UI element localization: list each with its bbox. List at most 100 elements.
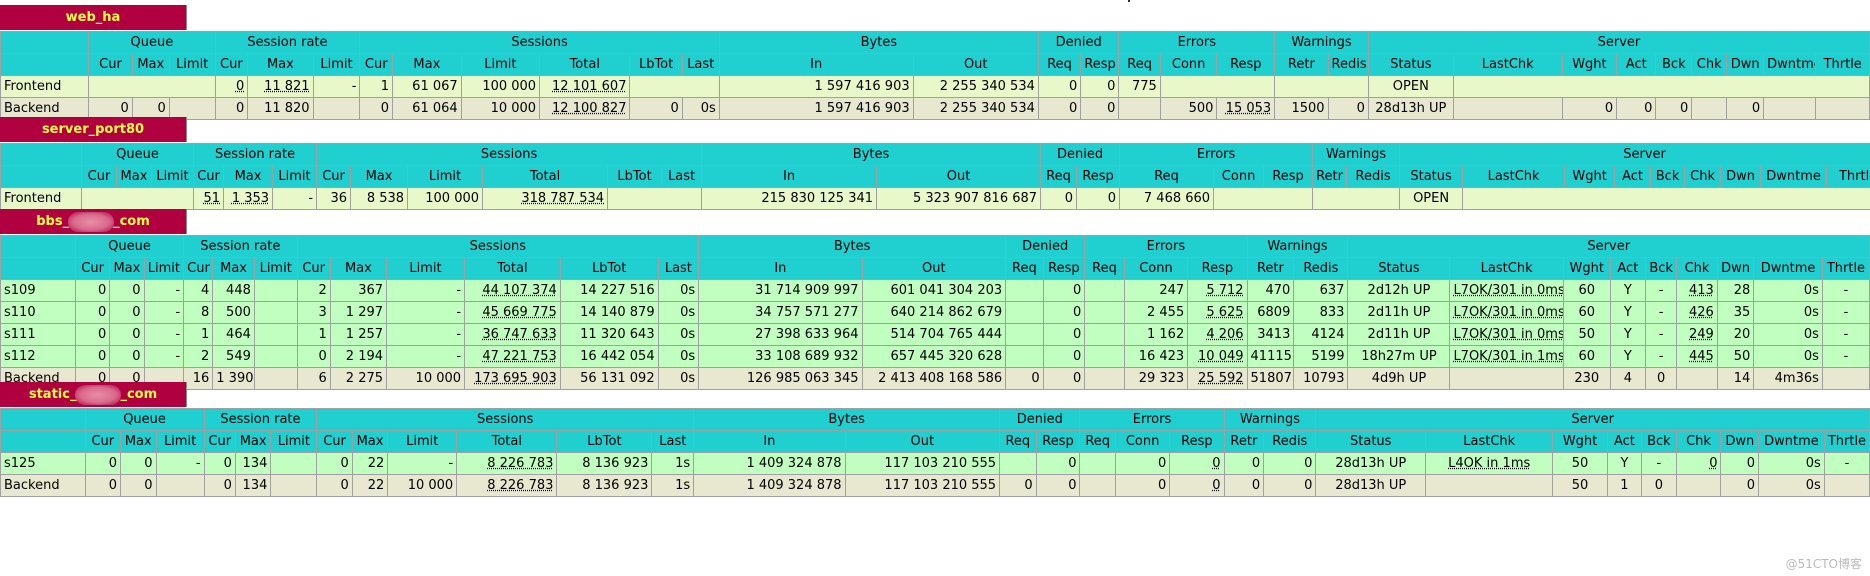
stat-cell: 25 592: [1187, 367, 1248, 390]
tooltip-value[interactable]: 173 695 903: [474, 371, 557, 386]
tooltip-value[interactable]: 413: [1689, 283, 1714, 298]
tooltip-value[interactable]: 5 712: [1206, 283, 1243, 298]
column-header-row: Cur Max Limit Cur Max Limit Cur Max Limit Total Lb…: [0, 53, 1870, 76]
stat-cell: 8: [183, 301, 214, 324]
stat-cell: 56 131 092: [559, 367, 659, 390]
stat-cell: 51807: [1246, 367, 1295, 390]
stat-cell: 0: [203, 474, 236, 497]
tooltip-value[interactable]: 12 100 827: [552, 101, 626, 116]
column-header: Cur: [84, 430, 122, 453]
tooltip-value[interactable]: 426: [1689, 305, 1714, 320]
tooltip-value[interactable]: 11 821: [264, 79, 310, 94]
tooltip-value[interactable]: L7OK/301 in 0ms: [1453, 327, 1562, 342]
column-header: Max: [131, 53, 170, 76]
tooltip-value[interactable]: 0: [1709, 456, 1717, 471]
tooltip-value[interactable]: 318 787 534: [521, 191, 604, 206]
column-header: Last: [661, 165, 703, 188]
stat-cell: 0: [1169, 474, 1225, 497]
proxy-name-link[interactable]: static_ _com: [29, 384, 158, 405]
stat-cell: 10 000: [387, 474, 458, 497]
column-header: Retr: [1274, 53, 1329, 76]
tooltip-value[interactable]: L7OK/301 in 0ms: [1453, 283, 1562, 298]
group-header: Bytes: [698, 235, 1007, 258]
stat-cell: 12 101 607: [539, 75, 631, 98]
tooltip-value[interactable]: 445: [1689, 349, 1714, 364]
stat-cell: 10 049: [1187, 345, 1248, 368]
stat-cell: 44 107 374: [464, 279, 561, 302]
column-header: Retr: [1312, 165, 1348, 188]
column-header: LastChk: [1425, 430, 1554, 453]
stat-cell: [270, 452, 318, 475]
tooltip-value[interactable]: 249: [1689, 327, 1714, 342]
tooltip-value[interactable]: 10 049: [1198, 349, 1244, 364]
proxy-name[interactable]: server_port80: [0, 117, 187, 142]
tooltip-value[interactable]: 25 592: [1198, 371, 1244, 386]
tooltip-value[interactable]: 0: [1212, 456, 1220, 471]
stat-cell: Y: [1606, 452, 1643, 475]
column-header: Status: [1367, 53, 1454, 76]
tooltip-value[interactable]: 0: [1212, 478, 1220, 493]
tooltip-value[interactable]: 47 221 753: [482, 349, 556, 364]
column-header: Bck: [1655, 53, 1693, 76]
proxy-name-link[interactable]: server_port80: [42, 122, 144, 137]
tooltip-value[interactable]: L7OK/301 in 1ms: [1453, 349, 1562, 364]
tooltip-value[interactable]: 15 053: [1226, 101, 1272, 116]
stat-cell: 0: [1042, 279, 1086, 302]
column-header: Limit: [168, 53, 216, 76]
proxy-name[interactable]: bbs_ _com: [0, 209, 187, 234]
stat-cell: 657 445 320 628: [861, 345, 1007, 368]
column-header: LastChk: [1452, 53, 1563, 76]
stat-cell: -: [143, 345, 185, 368]
stat-cell: [1084, 279, 1125, 302]
stat-cell: 0: [1042, 367, 1086, 390]
stat-cell: 100 000: [407, 187, 484, 210]
stat-cell: -: [143, 301, 185, 324]
tooltip-value[interactable]: 45 669 775: [482, 305, 556, 320]
tooltip-value[interactable]: 44 107 374: [482, 283, 556, 298]
group-header: Errors: [1079, 408, 1225, 431]
column-header: Max: [392, 53, 462, 76]
tooltip-value[interactable]: 5 625: [1206, 305, 1243, 320]
column-header: Req: [1040, 165, 1078, 188]
stat-cell: 0s: [657, 323, 700, 346]
tooltip-value[interactable]: 0: [236, 79, 244, 94]
group-header-row: Queue Session rate Sessions Bytes Denied Erro…: [0, 143, 1870, 166]
column-header: Bck: [1641, 430, 1677, 453]
stat-cell: 5 625: [1187, 301, 1248, 324]
tooltip-value[interactable]: L7OK/301 in 0ms: [1453, 305, 1562, 320]
column-header: Cur: [214, 53, 249, 76]
stat-cell: 1s: [651, 452, 695, 475]
stat-cell: 50: [1716, 345, 1755, 368]
tooltip-value[interactable]: 51: [203, 191, 220, 206]
row-label: s125: [0, 452, 86, 475]
proxy-name[interactable]: web_ha: [0, 5, 187, 30]
stat-cell: [253, 279, 298, 302]
stat-cell: 5199: [1293, 345, 1349, 368]
tooltip-value[interactable]: 4 206: [1206, 327, 1243, 342]
tooltip-value[interactable]: 1 353: [232, 191, 269, 206]
stat-cell: 33 108 689 932: [698, 345, 863, 368]
stat-cell: -: [272, 187, 318, 210]
proxy-name-link[interactable]: web_ha: [66, 10, 121, 25]
proxy-name-part: _com: [120, 387, 158, 402]
proxy-name-link[interactable]: bbs_ _com: [36, 211, 150, 232]
tooltip-value[interactable]: 8 226 783: [487, 478, 553, 493]
group-header: Errors: [1119, 143, 1314, 166]
column-header: Redis: [1293, 257, 1349, 280]
stat-cell: 0: [1042, 323, 1086, 346]
stat-cell: 3413: [1246, 323, 1295, 346]
proxy-name[interactable]: static_ _com: [0, 382, 187, 407]
column-header: Conn: [1213, 165, 1265, 188]
stat-cell: 117 103 210 555: [844, 474, 1001, 497]
column-header: Cur: [203, 430, 236, 453]
tooltip-value[interactable]: 36 747 633: [482, 327, 556, 342]
stat-cell: 8 538: [350, 187, 409, 210]
column-header: Limit: [460, 53, 541, 76]
stat-cell: 0s: [1758, 452, 1825, 475]
tooltip-value[interactable]: 8 226 783: [487, 456, 553, 471]
column-header: Thrtle: [1815, 53, 1870, 76]
tooltip-value[interactable]: 12 101 607: [552, 79, 626, 94]
stat-cell: 549: [212, 345, 255, 368]
tooltip-value[interactable]: L4OK in 1ms: [1448, 456, 1530, 471]
stat-cell: OPEN: [1399, 187, 1464, 210]
